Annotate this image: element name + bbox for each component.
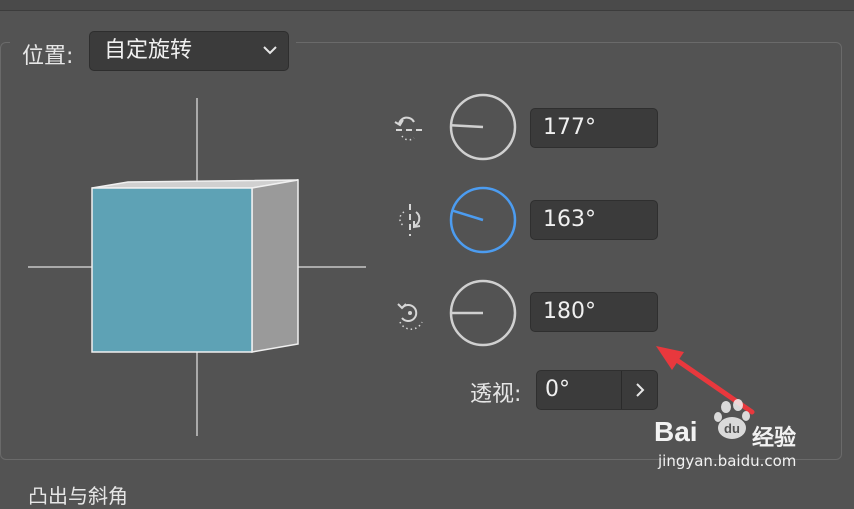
rotate-z-dial[interactable] [449,279,517,347]
rotate-y-field[interactable]: 163° [530,200,658,240]
svg-text:du: du [724,421,740,436]
extrude-bevel-section-label: 凸出与斜角 [28,484,128,508]
perspective-value: 0° [545,377,570,402]
cube-front-face [91,187,253,353]
rotate-y-dial[interactable] [449,186,517,254]
cube-side-face [251,179,299,353]
perspective-divider [621,371,622,409]
title-strip [0,0,854,11]
position-select-value: 自定旋转 [104,38,193,63]
rotate-y-dial-needle [452,209,484,222]
watermark-url: jingyan.baidu.com [658,452,797,470]
rotate-x-field[interactable]: 177° [530,108,658,148]
rotate-y-axis-icon [392,202,428,238]
rotate-x-axis-icon [392,110,428,146]
rotate-z-axis-icon [392,296,428,332]
position-label: 位置: [22,44,74,69]
perspective-field[interactable]: 0° [536,370,658,410]
chevron-down-icon [262,32,278,70]
watermark-brand: Bai [654,416,698,447]
rotate-z-field[interactable]: 180° [530,292,658,332]
watermark-brand-cn: 经验 [752,426,797,451]
rotate-x-dial-needle [450,124,484,129]
rotate-x-dial[interactable] [449,93,517,161]
position-select[interactable]: 自定旋转 [89,31,289,71]
perspective-label: 透视: [470,382,522,407]
cube-preview[interactable] [28,96,368,438]
